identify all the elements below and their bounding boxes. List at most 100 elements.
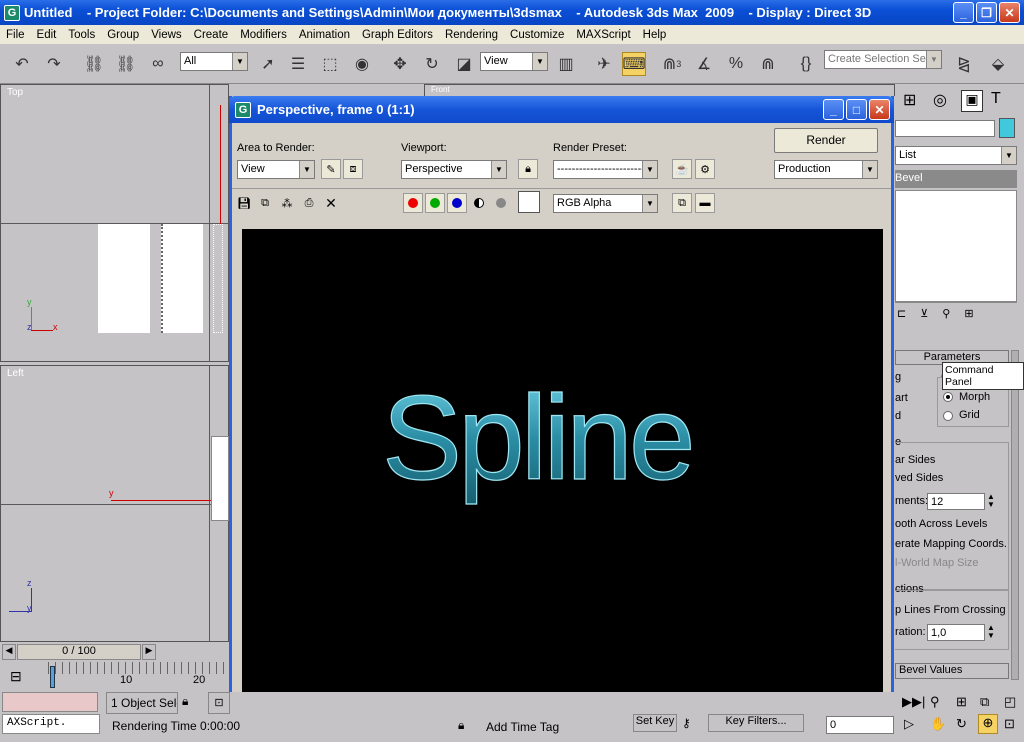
slider-right-icon[interactable]: ▶: [142, 644, 156, 660]
rectangular-selection-icon[interactable]: ⬚: [318, 52, 342, 76]
object-l[interactable]: [213, 224, 223, 333]
copy-image-icon[interactable]: ⧉: [255, 193, 275, 213]
segments-input[interactable]: 12: [927, 493, 985, 510]
align-icon[interactable]: ⬙: [986, 52, 1010, 76]
area-to-render-dropdown[interactable]: View ▼: [237, 160, 315, 179]
menu-modifiers[interactable]: Modifiers: [234, 29, 293, 41]
morph-radio[interactable]: [943, 392, 953, 402]
smooth-across-label[interactable]: ooth Across Levels: [895, 518, 987, 530]
pivot-center-icon[interactable]: ▥: [554, 52, 578, 76]
grid-radio[interactable]: [943, 411, 953, 421]
lock-icon[interactable]: 🔒︎: [518, 159, 538, 179]
selection-lock-icon[interactable]: 🔒︎: [182, 694, 188, 709]
color-swatch[interactable]: [518, 191, 540, 213]
maximize-button[interactable]: ❐: [976, 2, 997, 23]
time-marker[interactable]: [50, 666, 55, 688]
key-filters-button[interactable]: Key Filters...: [708, 714, 804, 732]
keyboard-shortcut-override-icon[interactable]: ⌨: [622, 52, 646, 76]
menu-graph-editors[interactable]: Graph Editors: [356, 29, 439, 41]
auto-region-icon[interactable]: ⧈: [343, 159, 363, 179]
modifier-stack[interactable]: [895, 190, 1017, 302]
bevel-values-rollout[interactable]: Bevel Values: [895, 663, 1009, 679]
zoom-icon[interactable]: ⚲: [930, 694, 940, 710]
menu-file[interactable]: File: [0, 29, 31, 41]
menu-customize[interactable]: Customize: [504, 29, 570, 41]
show-end-result-icon[interactable]: ⊻: [920, 307, 928, 320]
make-unique-icon[interactable]: ⚲: [942, 307, 950, 320]
menu-animation[interactable]: Animation: [293, 29, 356, 41]
menu-rendering[interactable]: Rendering: [439, 29, 504, 41]
pin-stack-icon[interactable]: ⊏: [897, 307, 906, 320]
pan-icon[interactable]: ✋: [930, 716, 946, 732]
zoom-all-icon[interactable]: ⊞: [956, 694, 967, 710]
rotate-icon[interactable]: ↻: [420, 52, 444, 76]
menu-create[interactable]: Create: [188, 29, 235, 41]
menu-group[interactable]: Group: [101, 29, 145, 41]
go-to-end-icon[interactable]: ▶▶|: [902, 694, 925, 710]
scale-icon[interactable]: ◪: [452, 52, 476, 76]
linear-sides-label[interactable]: ar Sides: [895, 454, 935, 466]
menu-maxscript[interactable]: MAXScript: [570, 29, 636, 41]
render-setup-icon[interactable]: ☕: [672, 159, 692, 179]
utilities-tab-icon[interactable]: T: [991, 90, 1013, 112]
slider-left-icon[interactable]: ◀: [2, 644, 16, 660]
minimize-button[interactable]: _: [953, 2, 974, 23]
orbit-icon[interactable]: ↻: [956, 716, 967, 732]
select-manipulate-icon[interactable]: ✈: [592, 52, 616, 76]
curved-sides-label[interactable]: ved Sides: [895, 472, 943, 484]
segments-spinner[interactable]: ▲ ▼: [987, 493, 995, 509]
monochrome-icon[interactable]: [491, 193, 511, 213]
maximize-viewport-icon[interactable]: ⊡: [1004, 716, 1015, 732]
panel-scrollbar[interactable]: [1011, 350, 1019, 680]
display-tab-icon[interactable]: ▣: [961, 90, 983, 112]
toggle-ui-icon[interactable]: ▬: [695, 193, 715, 213]
viewport-top[interactable]: Top y z x: [0, 84, 229, 362]
motion-tab-icon[interactable]: ◎: [933, 90, 955, 112]
viewport-front[interactable]: Front: [424, 84, 895, 96]
named-selection-dropdown[interactable]: Create Selection Set ▼: [824, 50, 942, 69]
selection-filter-dropdown[interactable]: All ▼: [180, 52, 248, 71]
snaps-toggle-icon[interactable]: ⋒ 3: [660, 52, 684, 76]
time-tag-icon[interactable]: 🔒︎: [458, 718, 464, 733]
object-side[interactable]: [211, 436, 229, 521]
clone-window-icon[interactable]: ⁂: [277, 193, 297, 213]
arc-rotate-icon[interactable]: ⊕: [978, 714, 998, 734]
maxscript-mini-listener[interactable]: AXScript.: [2, 714, 100, 734]
render-close-button[interactable]: ✕: [869, 99, 890, 120]
bind-space-warp-icon[interactable]: ∞: [146, 52, 170, 76]
object-name-field[interactable]: [895, 120, 995, 137]
keep-lines-label[interactable]: p Lines From Crossing: [895, 604, 1006, 616]
menu-views[interactable]: Views: [145, 29, 187, 41]
redo-icon[interactable]: ↷: [42, 52, 66, 76]
angle-snap-icon[interactable]: ∡: [692, 52, 716, 76]
viewport-dropdown[interactable]: Perspective ▼: [401, 160, 507, 179]
clear-icon[interactable]: ✕: [321, 193, 341, 213]
reference-coordinate-dropdown[interactable]: View ▼: [480, 52, 548, 71]
modifier-stack-item[interactable]: Bevel: [895, 170, 1017, 188]
maxscript-listener-pink[interactable]: [2, 692, 98, 712]
render-maximize-button[interactable]: □: [846, 99, 867, 120]
current-frame-field[interactable]: 0: [826, 716, 894, 734]
menu-tools[interactable]: Tools: [62, 29, 101, 41]
set-key-button[interactable]: Set Key: [633, 714, 677, 732]
close-button[interactable]: ✕: [999, 2, 1020, 23]
red-channel-toggle[interactable]: [403, 193, 423, 213]
add-time-tag[interactable]: Add Time Tag: [482, 718, 632, 736]
render-button[interactable]: Render: [774, 128, 878, 153]
display-channel-dropdown[interactable]: RGB Alpha ▼: [553, 194, 658, 213]
percent-snap-icon[interactable]: %: [724, 52, 748, 76]
toggle-ui-overlay-icon[interactable]: ⧉: [672, 193, 692, 213]
time-slider[interactable]: 0 / 100: [17, 644, 141, 660]
edit-region-icon[interactable]: ✎: [321, 159, 341, 179]
unlink-icon[interactable]: ⛓: [114, 52, 138, 76]
menu-edit[interactable]: Edit: [31, 29, 63, 41]
zoom-extents-icon[interactable]: ⧉: [980, 694, 989, 710]
link-icon[interactable]: ⛓: [82, 52, 106, 76]
save-image-icon[interactable]: 💾︎: [234, 193, 254, 213]
object-color-swatch[interactable]: [999, 118, 1015, 138]
alpha-channel-icon[interactable]: [469, 193, 489, 213]
render-preset-dropdown[interactable]: ---------------------------- ▼: [553, 160, 658, 179]
object-s[interactable]: [98, 224, 150, 333]
object-p[interactable]: [161, 224, 203, 333]
move-icon[interactable]: ✥: [388, 52, 412, 76]
